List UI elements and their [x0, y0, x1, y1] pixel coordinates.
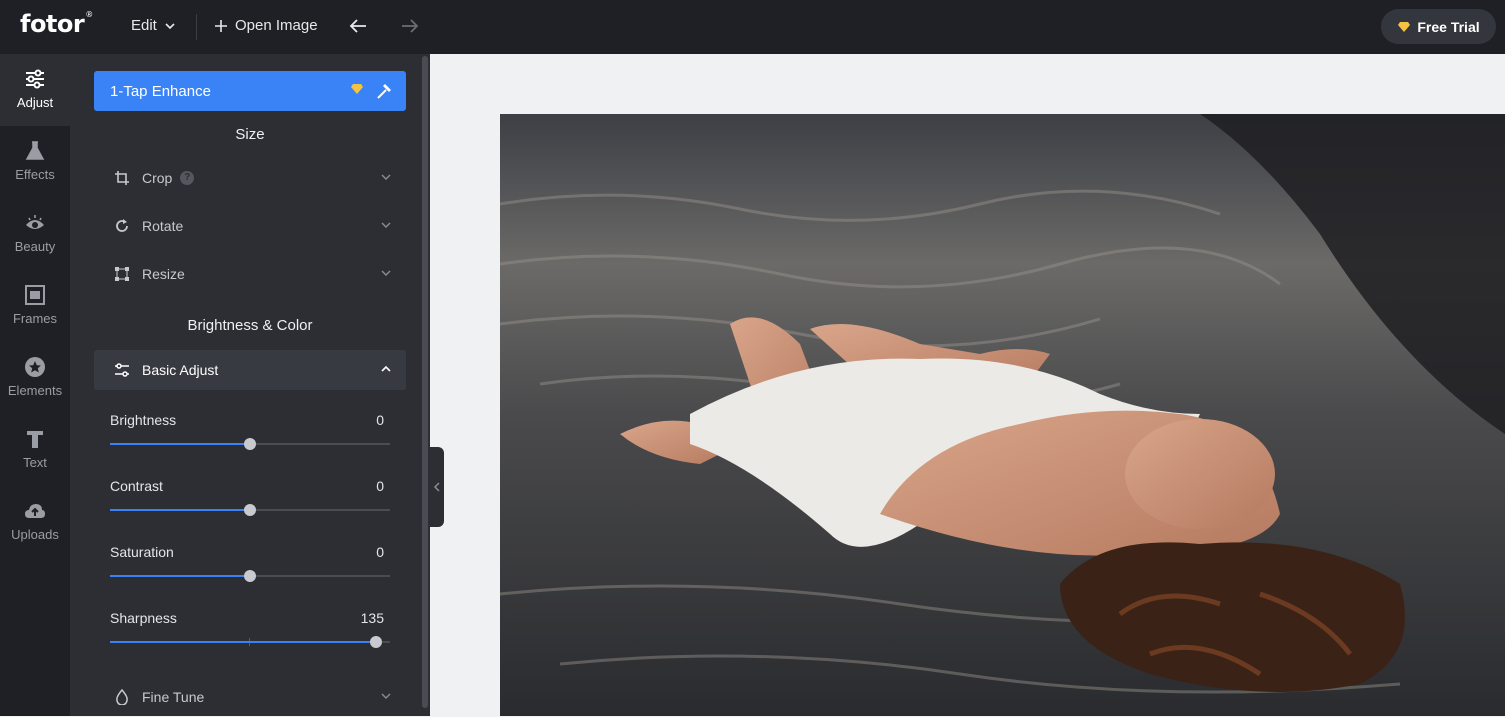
panel-scrollbar[interactable]	[422, 56, 428, 708]
cloud-upload-icon	[25, 504, 45, 518]
rail-label: Frames	[12, 311, 58, 326]
slider-handle[interactable]	[244, 438, 256, 450]
chevron-down-icon	[381, 270, 391, 276]
rail-item-elements[interactable]: Elements	[0, 342, 70, 414]
magic-wand-icon	[377, 84, 391, 99]
tool-rail: Adjust Effects Beauty Frames Elements Te…	[0, 54, 70, 716]
rotate-label: Rotate	[142, 218, 184, 234]
rail-label: Effects	[15, 167, 55, 182]
slider-handle[interactable]	[244, 570, 256, 582]
slider-fill	[110, 641, 376, 643]
slider-value: 135	[360, 610, 384, 626]
size-section-title: Size	[235, 126, 265, 143]
rail-item-adjust[interactable]: Adjust	[0, 54, 70, 126]
rail-item-beauty[interactable]: Beauty	[0, 198, 70, 270]
free-trial-button[interactable]: Free Trial	[1381, 9, 1496, 44]
chevron-up-icon	[381, 365, 391, 372]
slider-value: 0	[376, 544, 384, 560]
crop-icon	[112, 168, 132, 188]
rail-item-text[interactable]: Text	[0, 414, 70, 486]
sliders-icon	[112, 360, 132, 380]
slider-fill	[110, 575, 250, 577]
diamond-icon	[351, 84, 363, 94]
frame-icon	[25, 285, 45, 305]
slider-label: Sharpness	[110, 610, 177, 626]
photo-image	[500, 114, 1505, 716]
open-image-label: Open Image	[235, 17, 318, 34]
slider-value: 0	[376, 412, 384, 428]
rail-item-uploads[interactable]: Uploads	[0, 486, 70, 558]
slider-label: Saturation	[110, 544, 174, 560]
slider-value: 0	[376, 478, 384, 494]
enhance-label: 1-Tap Enhance	[110, 82, 211, 100]
flask-icon	[25, 141, 45, 160]
slider-label: Brightness	[110, 412, 177, 428]
collapse-panel-button[interactable]	[429, 447, 444, 527]
free-trial-label: Free Trial	[1417, 18, 1480, 35]
chevron-left-icon	[433, 482, 440, 492]
rotate-icon	[112, 216, 132, 236]
help-icon[interactable]: ?	[180, 171, 195, 185]
plus-icon	[215, 19, 227, 32]
star-icon	[25, 357, 45, 377]
rail-label: Uploads	[11, 527, 59, 542]
slider-fill	[110, 443, 250, 445]
rail-label: Adjust	[16, 95, 54, 110]
sliders-icon	[26, 69, 44, 89]
fotor-logo[interactable]: fotor®	[20, 10, 93, 38]
brightness-color-section-title: Brightness & Color	[187, 317, 313, 334]
canvas-photo[interactable]	[500, 114, 1505, 716]
resize-icon	[112, 264, 132, 284]
text-icon	[27, 431, 43, 448]
edit-label: Edit	[131, 17, 157, 34]
slider-label: Contrast	[110, 478, 163, 494]
chevron-down-icon	[165, 22, 175, 29]
slider-fill	[110, 509, 250, 511]
eye-icon	[26, 215, 44, 229]
rotate-row[interactable]: Rotate	[94, 206, 406, 246]
resize-row[interactable]: Resize	[94, 254, 406, 294]
divider	[196, 14, 197, 40]
slider-handle[interactable]	[244, 504, 256, 516]
droplet-icon	[112, 687, 132, 707]
one-tap-enhance-button[interactable]: 1-Tap Enhance	[94, 71, 406, 111]
basic-adjust-header[interactable]: Basic Adjust	[94, 350, 406, 390]
fine-tune-row[interactable]: Fine Tune	[94, 677, 406, 717]
rail-label: Beauty	[14, 239, 56, 254]
rail-item-effects[interactable]: Effects	[0, 126, 70, 198]
top-bar: fotor® Edit Open Image Free Trial	[0, 0, 1505, 54]
slider-handle[interactable]	[370, 636, 382, 648]
rail-label: Text	[23, 455, 47, 470]
chevron-down-icon	[381, 693, 391, 699]
edit-menu-button[interactable]: Edit	[131, 17, 176, 34]
chevron-down-icon	[381, 174, 391, 180]
chevron-down-icon	[381, 222, 391, 228]
basic-adjust-label: Basic Adjust	[142, 362, 219, 378]
open-image-button[interactable]: Open Image	[214, 17, 318, 34]
crop-row[interactable]: Crop ?	[94, 158, 406, 198]
diamond-icon	[1398, 21, 1411, 32]
resize-label: Resize	[142, 266, 185, 282]
redo-button[interactable]	[400, 17, 420, 35]
rail-item-frames[interactable]: Frames	[0, 270, 70, 342]
undo-button[interactable]	[348, 17, 368, 35]
logo-text: fotor	[20, 10, 85, 38]
rail-label: Elements	[7, 383, 63, 398]
fine-tune-label: Fine Tune	[142, 689, 205, 705]
arrow-left-icon	[349, 19, 366, 33]
crop-label: Crop	[142, 170, 173, 186]
registered-mark: ®	[85, 10, 93, 19]
arrow-right-icon	[402, 19, 419, 33]
